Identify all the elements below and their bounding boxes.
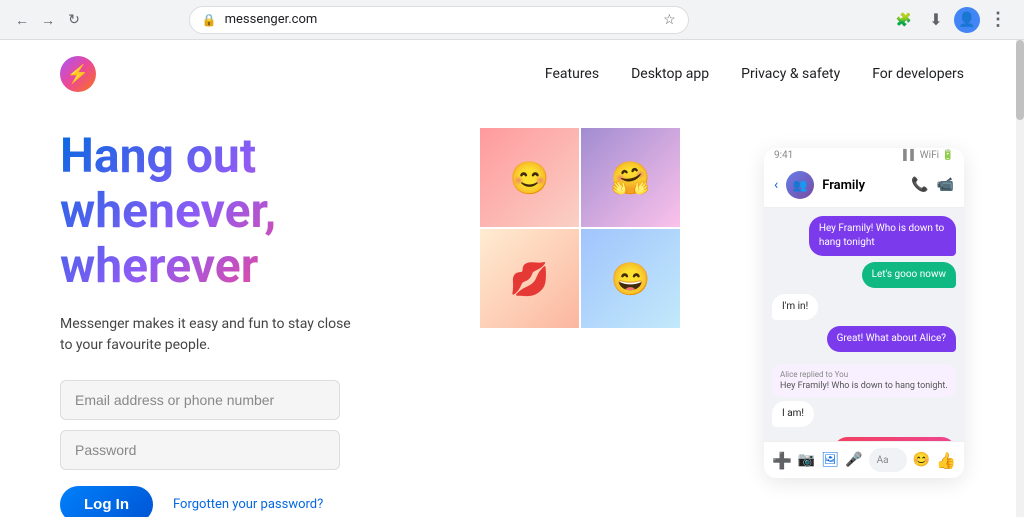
mic-icon[interactable]: 🎤 xyxy=(845,452,862,468)
msg-4-text: Great! What about Alice? xyxy=(837,333,946,344)
login-row: Log In Forgotten your password? xyxy=(60,486,440,517)
reply-text: Hey Framily! Who is down to hang tonight… xyxy=(780,381,948,391)
msg-3: I'm in! xyxy=(772,294,818,320)
group-icon: 👥 xyxy=(793,178,808,192)
add-icon[interactable]: ➕ xyxy=(772,451,792,470)
chat-header: ‹ 👥 Framily 📞 📹 xyxy=(764,163,964,208)
msg-5-text: I am! xyxy=(782,408,804,419)
msg-2-text: Let's gooo noww xyxy=(872,269,946,280)
chat-bottom-bar: ➕ 📷 🖼 🎤 Aa 😊 👍 xyxy=(764,441,964,478)
main-nav: Features Desktop app Privacy & safety Fo… xyxy=(545,66,964,82)
star-icon[interactable]: ☆ xyxy=(663,12,676,28)
menu-button[interactable]: ⋮ xyxy=(984,6,1012,34)
reply-section: Alice replied to You Hey Framily! Who is… xyxy=(772,364,956,397)
status-bar: 9:41 ▌▌ WiFi 🔋 xyxy=(764,148,964,163)
headline-line2: whenever, xyxy=(60,182,276,239)
group-avatar: 👥 xyxy=(786,171,814,199)
like-icon[interactable]: 👍 xyxy=(936,451,956,470)
chat-action-icons: 📞 📹 xyxy=(911,177,954,193)
avatar-icon: 👤 xyxy=(958,12,975,28)
input-placeholder: Aa xyxy=(877,455,889,466)
refresh-button[interactable]: ↻ xyxy=(64,10,84,30)
conversation-name: Framily xyxy=(822,178,903,193)
hero-headline: Hang out whenever, wherever xyxy=(60,128,440,294)
right-panel: 😊 🤗 💋 😄 9:41 ▌▌ WiFi 🔋 xyxy=(480,128,964,508)
download-button[interactable]: ⬇ xyxy=(922,6,950,34)
lock-icon: 🔒 xyxy=(202,13,217,27)
chat-messages: Hey Framily! Who is down to hang tonight… xyxy=(764,208,964,360)
nav-desktop-app[interactable]: Desktop app xyxy=(631,66,709,82)
camera-icon[interactable]: 📷 xyxy=(798,452,815,468)
signal-icons: ▌▌ WiFi 🔋 xyxy=(903,150,954,161)
back-icon[interactable]: ‹ xyxy=(774,177,778,193)
photo-cell-3: 💋 xyxy=(480,229,579,328)
nav-features[interactable]: Features xyxy=(545,66,599,82)
url-text: messenger.com xyxy=(225,12,655,27)
headline-line3: wherever xyxy=(60,237,258,294)
person-1: 😊 xyxy=(480,128,579,227)
left-panel: Hang out whenever, wherever Messenger ma… xyxy=(60,128,440,517)
nav-privacy-safety[interactable]: Privacy & safety xyxy=(741,66,840,82)
msg-4: Great! What about Alice? xyxy=(827,326,956,352)
msg-1-text: Hey Framily! Who is down to hang tonight xyxy=(819,223,944,248)
photo-cell-1: 😊 xyxy=(480,128,579,227)
photo-grid: 😊 🤗 💋 😄 xyxy=(480,128,680,328)
time-display: 9:41 xyxy=(774,150,793,161)
forgot-password-link[interactable]: Forgotten your password? xyxy=(173,497,323,512)
nav-for-developers[interactable]: For developers xyxy=(872,66,964,82)
hero-subtitle: Messenger makes it easy and fun to stay … xyxy=(60,314,360,356)
photo-cell-2: 🤗 xyxy=(581,128,680,227)
msg-3-text: I'm in! xyxy=(782,301,808,312)
msg-1: Hey Framily! Who is down to hang tonight xyxy=(809,216,956,256)
photo-cell-4: 😄 xyxy=(581,229,680,328)
person-2: 🤗 xyxy=(581,128,680,227)
reply-label: Alice replied to You xyxy=(780,370,948,379)
email-input[interactable] xyxy=(60,380,340,420)
msg-5: I am! xyxy=(772,401,814,427)
phone-icon[interactable]: 📞 xyxy=(911,177,928,193)
person-3: 💋 xyxy=(480,229,579,328)
page-content: ⚡ Features Desktop app Privacy & safety … xyxy=(0,40,1024,517)
browser-actions: 🧩 ⬇ 👤 ⋮ xyxy=(890,6,1012,34)
messenger-logo[interactable]: ⚡ xyxy=(60,56,96,92)
scrollbar-thumb[interactable] xyxy=(1016,40,1024,120)
forward-button[interactable]: → xyxy=(38,10,58,30)
msg-2: Let's gooo noww xyxy=(862,262,956,288)
main-content: Hang out whenever, wherever Messenger ma… xyxy=(0,108,1024,517)
site-header: ⚡ Features Desktop app Privacy & safety … xyxy=(0,40,1024,108)
address-bar[interactable]: 🔒 messenger.com ☆ xyxy=(189,6,689,34)
chat-input[interactable]: Aa xyxy=(869,448,907,472)
emoji-icon[interactable]: 😊 xyxy=(913,452,930,468)
profile-avatar[interactable]: 👤 xyxy=(954,7,980,33)
login-button[interactable]: Log In xyxy=(60,486,153,517)
image-icon[interactable]: 🖼 xyxy=(821,452,839,468)
video-icon[interactable]: 📹 xyxy=(937,177,954,193)
back-button[interactable]: ← xyxy=(12,10,32,30)
headline-line1: Hang out xyxy=(60,127,256,184)
browser-nav-buttons: ← → ↻ xyxy=(12,10,84,30)
password-input[interactable] xyxy=(60,430,340,470)
scrollbar[interactable] xyxy=(1016,40,1024,517)
logo-icon: ⚡ xyxy=(67,64,89,85)
extensions-button[interactable]: 🧩 xyxy=(890,6,918,34)
browser-chrome: ← → ↻ 🔒 messenger.com ☆ 🧩 ⬇ 👤 ⋮ xyxy=(0,0,1024,40)
person-4: 😄 xyxy=(581,229,680,328)
chat-overlay: 9:41 ▌▌ WiFi 🔋 ‹ 👥 Framily 📞 📹 xyxy=(764,148,964,478)
